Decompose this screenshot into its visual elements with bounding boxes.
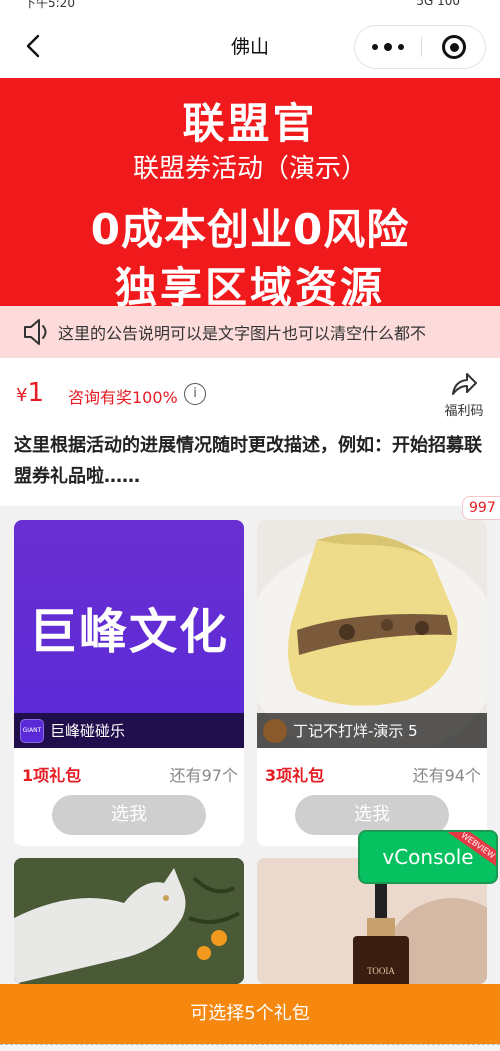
select-button[interactable]: 选我: [295, 795, 449, 835]
share-code-button[interactable]: 福利码: [436, 370, 492, 420]
promo-banner[interactable]: 联盟官 联盟券活动（演示） 0成本创业0风险 独享区域资源: [0, 78, 500, 312]
gift-card[interactable]: 丁记不打烊-演示 5 3项礼包 还有94个 选我: [257, 520, 487, 846]
activity-info: ¥1 咨询有奖100% i 福利码 这里根据活动的进展情况随时更改描述，例如：开…: [0, 358, 500, 506]
currency-symbol: ¥: [16, 385, 28, 406]
cat-photo: [14, 858, 244, 984]
shop-bar: GIANT 巨峰碰碰乐: [14, 713, 244, 748]
more-dot-icon: [398, 44, 404, 50]
choose-gifts-button[interactable]: 可选择5个礼包: [0, 984, 500, 1044]
gift-card[interactable]: 巨峰文化 GIANT 巨峰碰碰乐 1项礼包 还有97个 选我: [14, 520, 244, 846]
brand-text: 巨峰文化: [28, 604, 229, 660]
cat-illustration: [14, 858, 244, 984]
shop-name: 巨峰碰碰乐: [50, 722, 126, 740]
shop-bar: 丁记不打烊-演示 5: [257, 713, 487, 748]
vconsole-button[interactable]: vConsole WEBVIEW: [358, 830, 498, 884]
giant-logo-icon: GIANT: [20, 718, 44, 743]
status-bar: 下午5:20 5G 100: [0, 0, 500, 12]
close-mini-program-button[interactable]: [422, 26, 486, 68]
more-dot-icon: [372, 44, 378, 50]
notice-text: 这里的公告说明可以是文字图片也可以清空什么都不: [58, 324, 427, 343]
side-count-badge: 997: [462, 496, 500, 520]
speaker-icon: [24, 319, 47, 345]
mini-program-capsule: [354, 25, 486, 69]
banner-subtitle: 联盟券活动（演示）: [132, 154, 367, 184]
info-icon[interactable]: i: [184, 383, 206, 405]
package-count: 3项礼包: [265, 766, 325, 785]
banner-title: 联盟官: [182, 99, 318, 148]
more-menu-button[interactable]: [355, 26, 421, 68]
share-label: 福利码: [444, 404, 484, 419]
stock-remaining: 还有94个: [412, 766, 481, 785]
more-dot-icon: [384, 43, 392, 51]
shop-avatar: [263, 718, 287, 743]
notice-bar[interactable]: 这里的公告说明可以是文字图片也可以清空什么都不: [0, 306, 500, 358]
consult-reward-text: 咨询有奖100%: [68, 388, 178, 407]
share-arrow-icon: [452, 373, 477, 395]
bottom-strip: [0, 1044, 500, 1051]
stock-remaining: 还有97个: [169, 766, 238, 785]
price: ¥1: [16, 378, 44, 408]
package-count: 1项礼包: [22, 766, 82, 785]
shop-name: 丁记不打烊-演示 5: [293, 722, 418, 740]
price-value: 1: [27, 378, 44, 408]
select-button[interactable]: 选我: [52, 795, 206, 835]
bottle-label: TOOIA: [367, 966, 395, 976]
nav-bar: 佛山: [0, 12, 500, 78]
activity-description: 这里根据活动的进展情况随时更改描述，例如：开始招募联盟券礼品啦……: [14, 435, 482, 487]
gift-card[interactable]: [14, 858, 244, 984]
status-time: 下午5:20: [24, 0, 75, 10]
vconsole-label: vConsole: [382, 845, 474, 869]
target-circle-icon: [442, 35, 466, 59]
banner-slogan-1: 0成本创业0风险: [90, 205, 410, 254]
status-indicators: 5G 100: [416, 0, 460, 8]
